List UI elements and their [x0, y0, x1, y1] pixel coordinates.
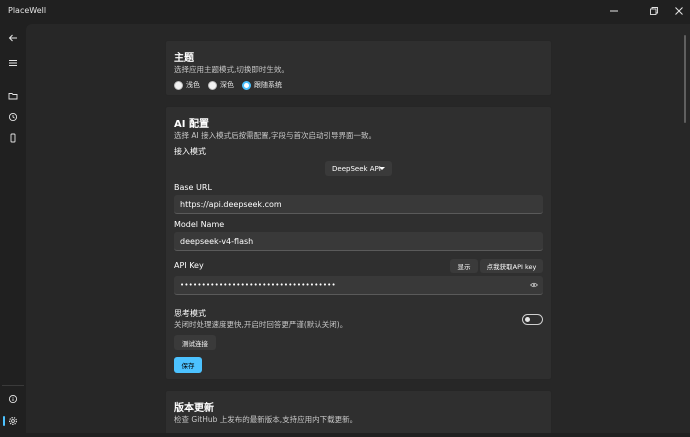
radio-light[interactable]: 浅色	[174, 80, 200, 90]
ai-description: 选择 AI 接入模式后按需配置,字段与首次启动引导界面一致。	[174, 131, 376, 140]
menu-toggle-button[interactable]	[3, 53, 23, 73]
close-icon	[675, 7, 683, 15]
radio-circle	[174, 80, 183, 90]
thinking-mode-description: 关闭时处理速度更快,开启时回答更严谨(默认关闭)。	[174, 320, 348, 329]
get-api-key-button[interactable]: 点我获取API key	[480, 259, 543, 273]
nav-item-device[interactable]	[3, 128, 23, 148]
radio-circle-checked	[242, 80, 251, 90]
theme-description: 选择应用主题模式,切换即时生效。	[174, 65, 289, 74]
info-icon	[8, 394, 18, 404]
radio-label: 跟随系统	[254, 81, 282, 89]
nav-divider	[2, 385, 24, 386]
nav-item-history[interactable]	[3, 107, 23, 127]
save-button[interactable]: 保存	[174, 357, 202, 373]
radio-circle	[208, 80, 217, 90]
model-name-label: Model Name	[174, 220, 225, 229]
theme-card: 主题 选择应用主题模式,切换即时生效。 浅色 深色 跟随系统	[165, 40, 552, 96]
radio-dark[interactable]: 深色	[208, 80, 234, 90]
folder-icon	[8, 93, 18, 100]
close-button[interactable]	[670, 3, 688, 19]
minimize-icon	[610, 10, 618, 12]
radio-label: 浅色	[186, 81, 200, 89]
gear-icon	[8, 416, 18, 426]
ai-title: AI 配置	[174, 119, 209, 130]
restore-button[interactable]	[645, 3, 663, 19]
nav-sidebar	[0, 24, 26, 433]
restore-icon	[650, 7, 658, 15]
update-description: 检查 GitHub 上发布的最新版本,支持应用内下载更新。	[174, 415, 358, 424]
back-button[interactable]	[3, 28, 23, 48]
settings-page: 主题 选择应用主题模式,切换即时生效。 浅色 深色 跟随系统 AI 配置 选择 …	[26, 24, 690, 433]
nav-item-about[interactable]	[3, 389, 23, 409]
theme-title: 主题	[174, 53, 194, 64]
api-key-input[interactable]: ••••••••••••••••••••••••••••••••••••	[174, 276, 543, 295]
phone-icon	[10, 133, 16, 143]
mode-select[interactable]: DeepSeek API	[325, 161, 392, 176]
version-update-card: 版本更新 检查 GitHub 上发布的最新版本,支持应用内下载更新。	[165, 390, 552, 433]
thinking-mode-label: 思考模式	[174, 309, 206, 318]
hamburger-menu-icon	[9, 60, 17, 66]
ai-config-card: AI 配置 选择 AI 接入模式后按需配置,字段与首次启动引导界面一致。 接入模…	[165, 106, 552, 380]
app-title: PlaceWell	[8, 6, 47, 15]
radio-label: 深色	[220, 81, 234, 89]
radio-follow-system[interactable]: 跟随系统	[242, 80, 282, 90]
base-url-input[interactable]: https://api.deepseek.com	[174, 195, 543, 214]
eye-icon[interactable]	[530, 282, 538, 288]
show-key-button[interactable]: 显示	[450, 259, 478, 273]
api-key-masked-value: ••••••••••••••••••••••••••••••••••••	[180, 281, 336, 289]
model-name-input[interactable]: deepseek-v4-flash	[174, 232, 543, 251]
test-connection-button[interactable]: 测试连接	[174, 335, 216, 350]
minimize-button[interactable]	[605, 3, 623, 19]
vertical-scrollbar[interactable]	[684, 35, 686, 123]
theme-radio-group: 浅色 深色 跟随系统	[174, 80, 290, 90]
history-icon	[8, 112, 18, 122]
thinking-mode-toggle[interactable]	[522, 314, 543, 325]
mode-select-value: DeepSeek API	[332, 164, 381, 173]
nav-item-folders[interactable]	[3, 86, 23, 106]
nav-item-settings[interactable]	[3, 411, 23, 431]
chevron-down-icon	[379, 167, 385, 170]
api-key-label: API Key	[174, 261, 204, 270]
base-url-label: Base URL	[174, 183, 212, 192]
back-arrow-icon	[8, 34, 17, 42]
title-bar: PlaceWell	[0, 0, 690, 24]
toggle-knob	[525, 317, 530, 322]
update-title: 版本更新	[174, 403, 214, 414]
mode-label: 接入模式	[174, 147, 206, 156]
